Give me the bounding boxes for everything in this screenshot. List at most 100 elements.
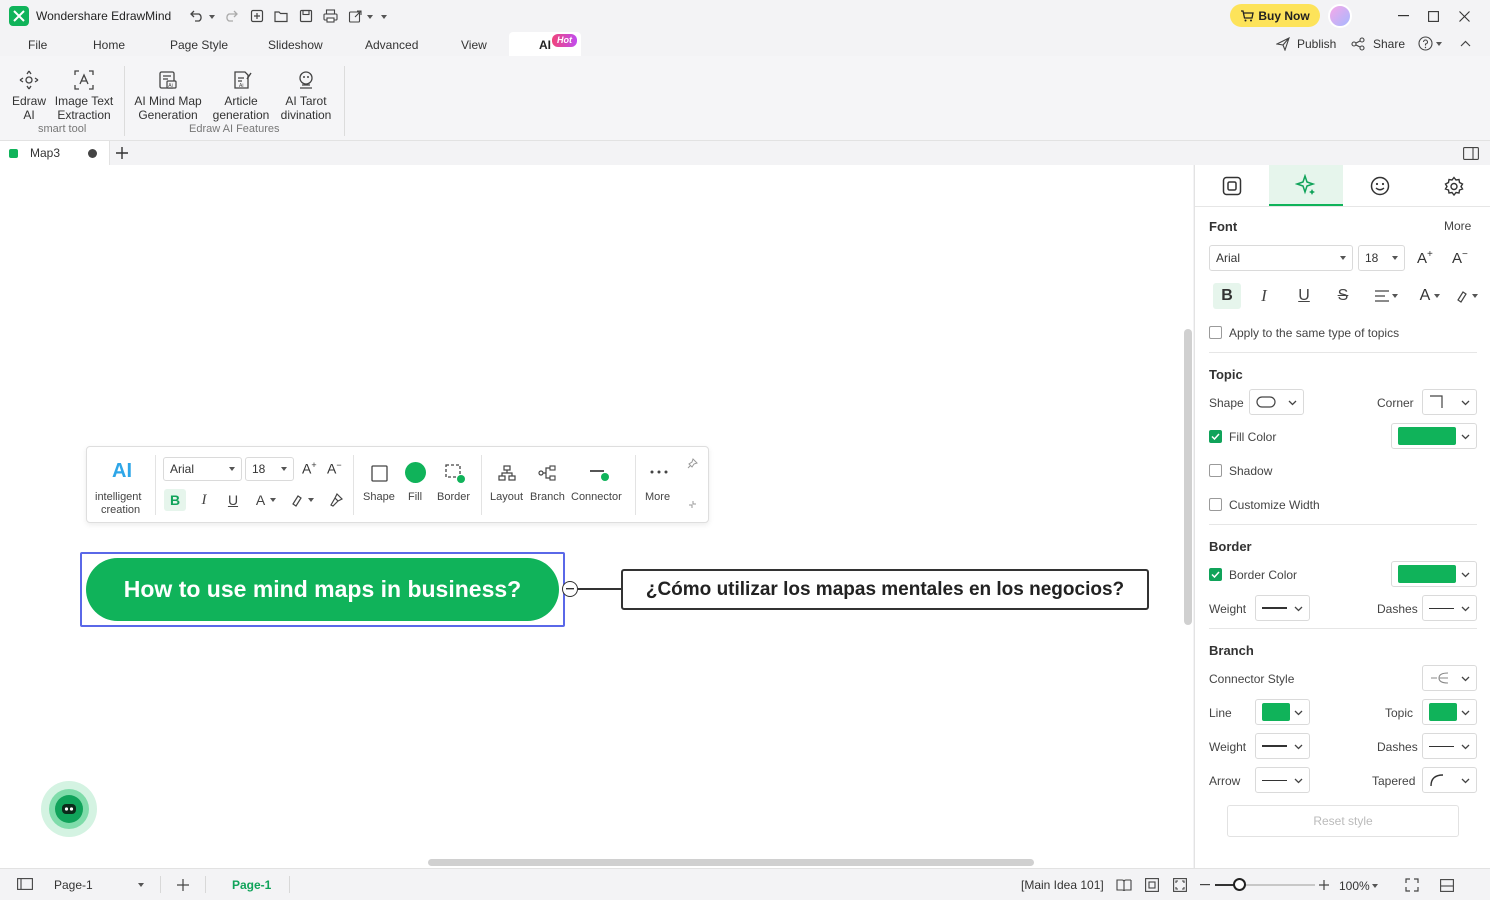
border-color-select[interactable] (1391, 561, 1477, 587)
new-file-icon[interactable] (248, 7, 266, 25)
menu-page-style[interactable]: Page Style (170, 38, 228, 52)
bold-icon[interactable]: B (164, 489, 186, 511)
highlight-icon[interactable] (1451, 283, 1481, 309)
branch-dashes-select[interactable] (1422, 733, 1477, 759)
collapse-branch-icon[interactable] (562, 581, 578, 597)
save-icon[interactable] (297, 7, 315, 25)
mindmap-canvas[interactable] (0, 165, 1193, 868)
page-select[interactable]: Page-1 (48, 872, 150, 897)
bold-icon[interactable]: B (1213, 283, 1241, 309)
arrow-select[interactable] (1255, 767, 1310, 793)
font-color-icon[interactable]: A (252, 489, 280, 511)
presentation-icon[interactable] (1438, 877, 1456, 893)
shadow-checkbox[interactable] (1209, 464, 1222, 477)
horizontal-scrollbar[interactable] (428, 859, 1034, 866)
share-icon[interactable] (1350, 36, 1366, 52)
shrink-font-icon[interactable]: A− (1452, 249, 1468, 267)
grow-font-icon[interactable]: A+ (1417, 249, 1433, 267)
line-color-select[interactable] (1255, 699, 1310, 725)
border-dashes-select[interactable] (1422, 595, 1477, 621)
fit-page-icon[interactable] (1143, 877, 1161, 893)
reset-style-button[interactable]: Reset style (1227, 805, 1459, 837)
export-icon[interactable] (346, 7, 364, 25)
menu-ai[interactable]: AI (539, 38, 551, 52)
pin-icon[interactable] (685, 456, 699, 470)
underline-icon[interactable]: U (223, 489, 243, 511)
menu-advanced[interactable]: Advanced (365, 38, 418, 52)
italic-icon[interactable]: I (1251, 283, 1277, 309)
fill-color-checkbox[interactable] (1209, 430, 1222, 443)
grow-font-icon[interactable]: A+ (302, 460, 317, 477)
tapered-select[interactable] (1422, 767, 1477, 793)
ai-tarot-button[interactable]: AI Tarot divination (277, 66, 335, 122)
apply-same-type-checkbox[interactable] (1209, 326, 1222, 339)
maximize-icon[interactable] (1425, 8, 1441, 24)
minimize-icon[interactable] (1395, 8, 1411, 24)
collapse-toolbar-icon[interactable] (686, 498, 698, 510)
underline-icon[interactable]: U (1291, 283, 1317, 309)
print-icon[interactable] (321, 7, 339, 25)
share-button[interactable]: Share (1373, 37, 1405, 51)
italic-icon[interactable]: I (194, 489, 214, 511)
fit-width-icon[interactable] (1171, 877, 1189, 893)
layout-icon[interactable] (496, 462, 518, 484)
add-page-icon[interactable] (175, 877, 191, 893)
ai-mind-map-generation-button[interactable]: Ai AI Mind Map Generation (131, 66, 205, 122)
avatar[interactable] (1328, 4, 1352, 28)
ai-creation-icon[interactable]: AI (112, 460, 132, 483)
menu-file[interactable]: File (28, 38, 47, 52)
tab-page[interactable] (1195, 165, 1269, 206)
font-more-link[interactable]: More (1444, 219, 1471, 233)
toolbar-font-select[interactable]: Arial (163, 457, 242, 481)
menu-view[interactable]: View (461, 38, 487, 52)
font-size-select[interactable]: 18 (1358, 245, 1405, 271)
format-painter-icon[interactable] (325, 489, 347, 511)
edraw-ai-button[interactable]: Edraw AI (8, 66, 50, 122)
align-icon[interactable] (1371, 283, 1401, 309)
zoom-out-icon[interactable] (1198, 878, 1212, 892)
more-icon[interactable] (648, 462, 670, 482)
toggle-panel-icon[interactable] (1462, 145, 1480, 161)
topic-shape-select[interactable] (1249, 389, 1304, 415)
border-weight-select[interactable] (1255, 595, 1310, 621)
shape-icon[interactable] (368, 462, 390, 484)
page-list-icon[interactable] (16, 877, 34, 891)
corner-select[interactable] (1422, 389, 1477, 415)
buy-now-button[interactable]: Buy Now (1230, 4, 1320, 27)
book-view-icon[interactable] (1115, 877, 1133, 893)
zoom-level[interactable]: 100% (1339, 879, 1370, 893)
export-dropdown-icon[interactable] (367, 15, 373, 19)
strikethrough-icon[interactable]: S (1330, 283, 1356, 309)
new-tab-icon[interactable] (114, 145, 130, 161)
zoom-in-icon[interactable] (1317, 878, 1331, 892)
publish-button[interactable]: Publish (1297, 37, 1336, 51)
toolbar-size-select[interactable]: 18 (245, 457, 294, 481)
vertical-scrollbar[interactable] (1184, 329, 1192, 625)
zoom-slider-thumb[interactable] (1233, 878, 1246, 891)
image-text-extraction-button[interactable]: Image Text Extraction (53, 66, 115, 122)
zoom-dropdown-icon[interactable] (1372, 884, 1378, 888)
customize-quick-access-icon[interactable] (381, 15, 387, 19)
tab-style[interactable] (1269, 165, 1343, 206)
border-icon[interactable] (443, 461, 467, 485)
close-icon[interactable] (1456, 8, 1472, 24)
shrink-font-icon[interactable]: A− (327, 460, 342, 477)
menu-home[interactable]: Home (93, 38, 125, 52)
ai-assistant-button[interactable] (41, 781, 97, 837)
fill-icon[interactable] (405, 462, 426, 483)
fullscreen-icon[interactable] (1403, 877, 1421, 893)
redo-icon[interactable] (222, 8, 240, 24)
menu-slideshow[interactable]: Slideshow (268, 38, 323, 52)
customize-width-checkbox[interactable] (1209, 498, 1222, 511)
border-color-checkbox[interactable] (1209, 568, 1222, 581)
sub-topic[interactable]: ¿Cómo utilizar los mapas mentales en los… (621, 569, 1149, 610)
publish-icon[interactable] (1275, 36, 1291, 52)
tab-icons[interactable] (1343, 165, 1417, 206)
article-generation-button[interactable]: Ai Article generation (210, 66, 272, 122)
main-topic[interactable]: How to use mind maps in business? (86, 558, 559, 621)
page-tab[interactable]: Page-1 (232, 878, 271, 892)
help-icon[interactable] (1417, 35, 1433, 51)
undo-icon[interactable] (188, 8, 206, 24)
branch-weight-select[interactable] (1255, 733, 1310, 759)
font-family-select[interactable]: Arial (1209, 245, 1353, 271)
